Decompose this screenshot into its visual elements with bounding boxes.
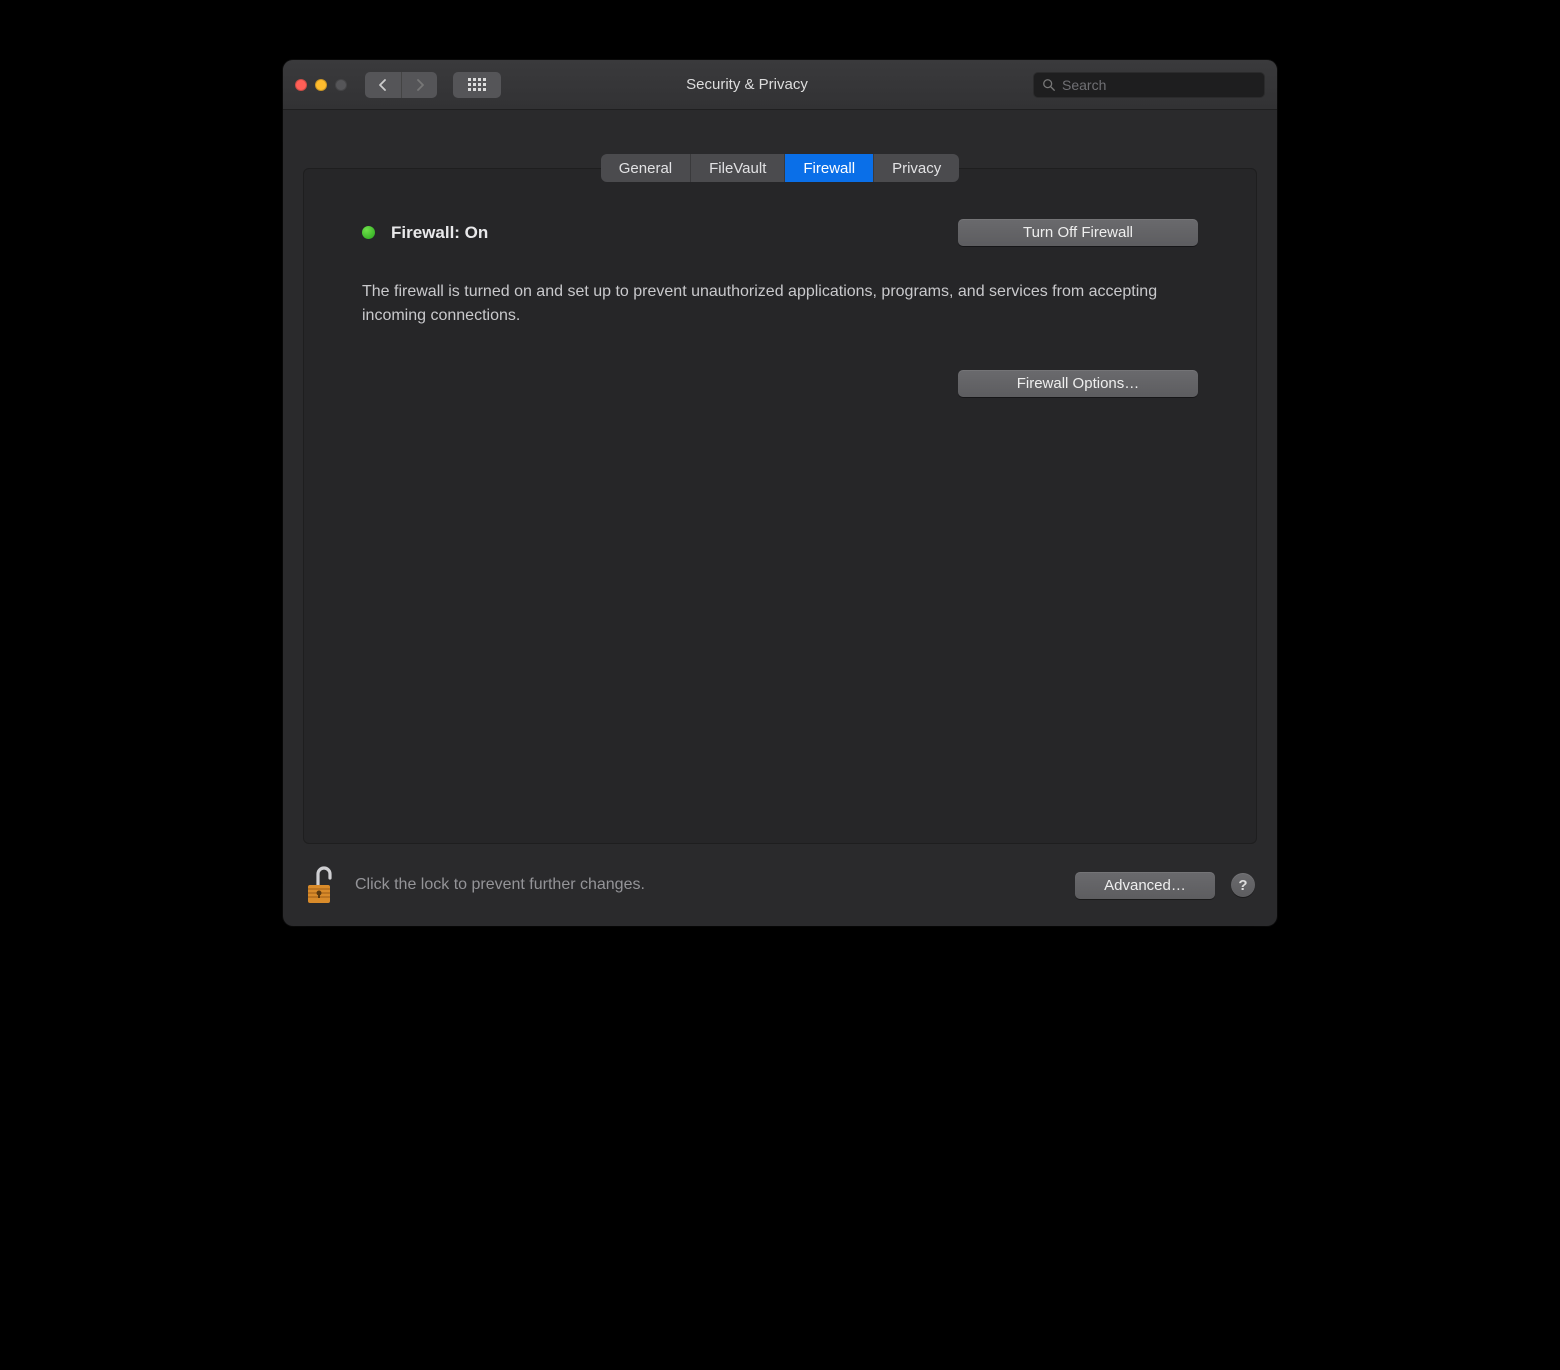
advanced-button[interactable]: Advanced… (1075, 872, 1215, 899)
firewall-options-button[interactable]: Firewall Options… (958, 370, 1198, 397)
search-field[interactable] (1033, 72, 1265, 98)
forward-button[interactable] (401, 72, 437, 98)
traffic-lights (295, 79, 347, 91)
status-row: Firewall: On Turn Off Firewall (362, 219, 1198, 246)
tab-general[interactable]: General (601, 154, 690, 182)
system-preferences-window: Security & Privacy General FileVault Fir… (283, 60, 1277, 926)
maximize-window-button[interactable] (335, 79, 347, 91)
close-window-button[interactable] (295, 79, 307, 91)
window-title: Security & Privacy (469, 76, 1025, 93)
chevron-left-icon (377, 79, 389, 91)
firewall-description: The firewall is turned on and set up to … (362, 280, 1182, 328)
firewall-status-label: Firewall: On (391, 223, 488, 243)
search-icon (1042, 78, 1056, 92)
tab-firewall[interactable]: Firewall (784, 154, 873, 182)
help-button[interactable]: ? (1231, 873, 1255, 897)
minimize-window-button[interactable] (315, 79, 327, 91)
firewall-panel: Firewall: On Turn Off Firewall The firew… (303, 168, 1257, 844)
footer: Click the lock to prevent further change… (283, 844, 1277, 926)
lock-hint-label: Click the lock to prevent further change… (355, 876, 1059, 894)
titlebar: Security & Privacy (283, 60, 1277, 110)
content: General FileVault Firewall Privacy Firew… (283, 110, 1277, 926)
chevron-right-icon (414, 79, 426, 91)
status-indicator-icon (362, 226, 375, 239)
nav-back-forward (365, 72, 437, 98)
lock-icon[interactable] (305, 863, 339, 907)
turn-off-firewall-button[interactable]: Turn Off Firewall (958, 219, 1198, 246)
back-button[interactable] (365, 72, 401, 98)
tab-privacy[interactable]: Privacy (873, 154, 959, 182)
tabs: General FileVault Firewall Privacy (601, 154, 960, 182)
search-input[interactable] (1062, 77, 1256, 93)
tab-filevault[interactable]: FileVault (690, 154, 784, 182)
